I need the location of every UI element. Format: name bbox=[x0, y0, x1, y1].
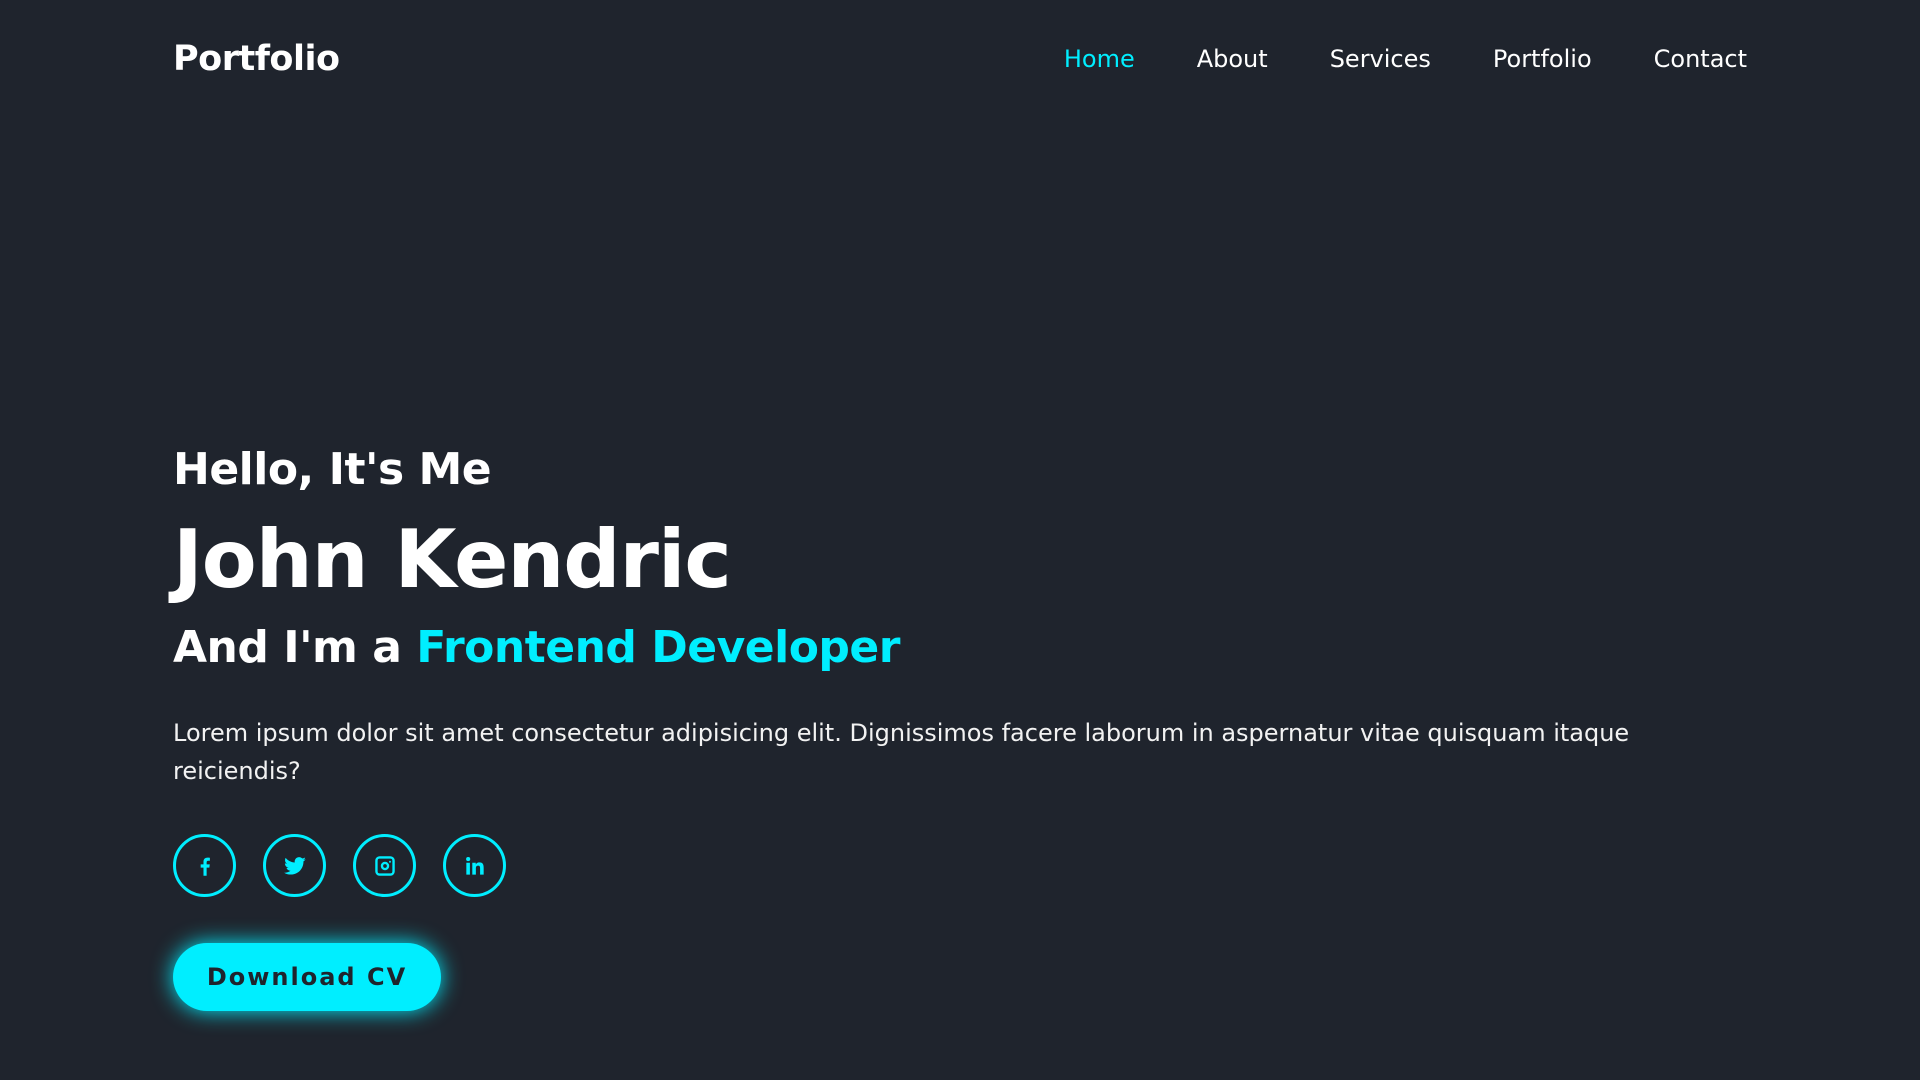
download-cv-button[interactable]: Download CV bbox=[173, 943, 441, 1011]
hero-greeting: Hello, It's Me bbox=[173, 444, 492, 495]
hero-section: Hello, It's Me John Kendric And I'm a Fr… bbox=[173, 440, 1733, 1011]
hero-role-prefix: And I'm a bbox=[173, 622, 402, 673]
instagram-icon bbox=[374, 855, 395, 876]
logo-link[interactable]: Portfolio bbox=[173, 39, 340, 79]
nav-link-portfolio[interactable]: Portfolio bbox=[1493, 45, 1592, 73]
page: Portfolio Home About Services Portfolio … bbox=[0, 0, 1920, 1080]
social-links bbox=[173, 834, 1733, 897]
hero-role-highlight: Frontend Developer bbox=[416, 622, 900, 673]
site-header: Portfolio Home About Services Portfolio … bbox=[0, 0, 1920, 118]
hero-role: And I'm a Frontend Developer bbox=[173, 618, 1733, 678]
hero-description: Lorem ipsum dolor sit amet consectetur a… bbox=[173, 719, 1630, 785]
nav-link-home[interactable]: Home bbox=[1064, 45, 1135, 73]
instagram-link[interactable] bbox=[353, 834, 416, 897]
nav-link-contact[interactable]: Contact bbox=[1654, 45, 1747, 73]
main-nav: Home About Services Portfolio Contact bbox=[1002, 45, 1747, 73]
twitter-icon bbox=[283, 856, 306, 875]
facebook-icon bbox=[200, 857, 210, 876]
nav-link-about[interactable]: About bbox=[1197, 45, 1268, 73]
linkedin-icon bbox=[465, 856, 484, 875]
twitter-link[interactable] bbox=[263, 834, 326, 897]
linkedin-link[interactable] bbox=[443, 834, 506, 897]
nav-link-services[interactable]: Services bbox=[1330, 45, 1431, 73]
facebook-link[interactable] bbox=[173, 834, 236, 897]
hero-name: John Kendric bbox=[173, 513, 732, 606]
